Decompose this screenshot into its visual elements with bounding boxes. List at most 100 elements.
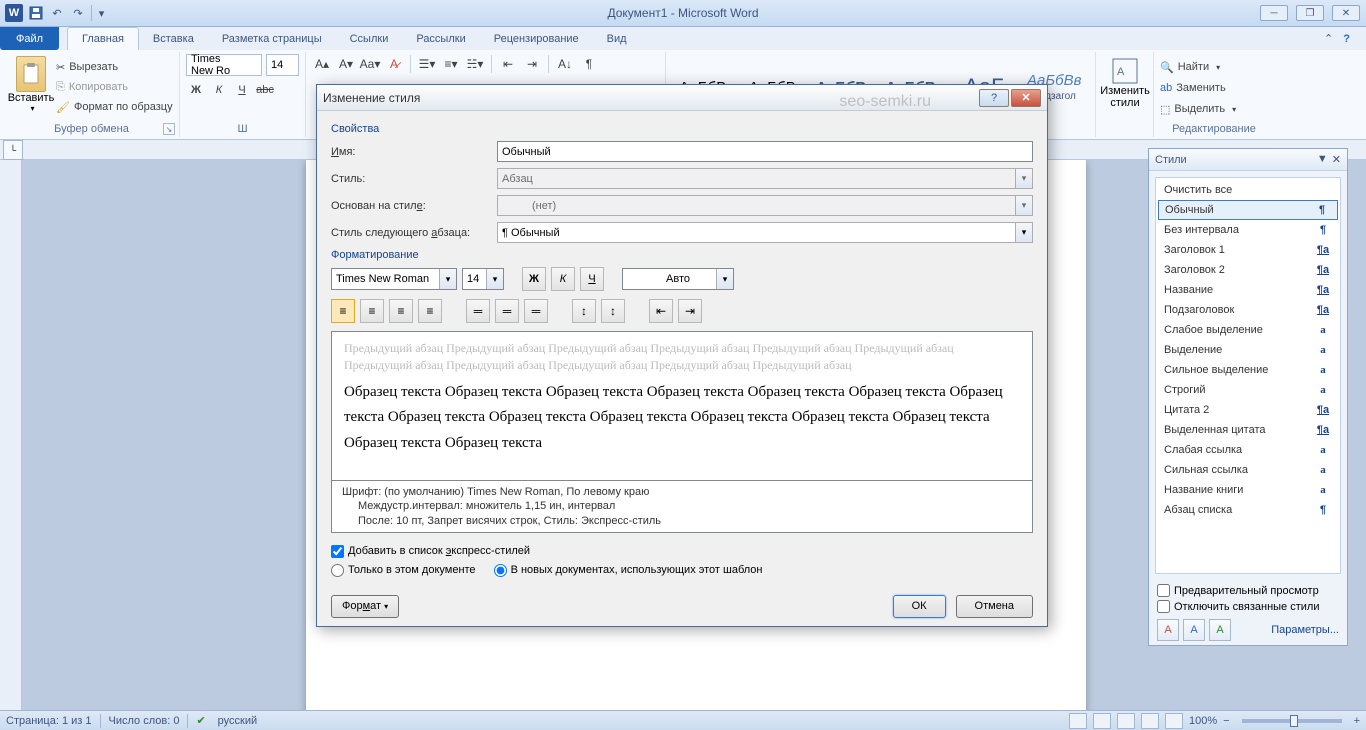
chevron-down-icon[interactable]: ▼ <box>1317 153 1328 166</box>
style-list-item[interactable]: Абзац списка¶ <box>1158 500 1338 520</box>
chevron-down-icon[interactable]: ▾ <box>439 269 456 289</box>
align-justify-button[interactable]: ≡ <box>418 299 442 323</box>
align-left-button[interactable]: ≡ <box>331 299 355 323</box>
style-list-item[interactable]: Строгийa <box>1158 380 1338 400</box>
zoom-out-button[interactable]: − <box>1223 715 1229 727</box>
format-dropdown-button[interactable]: Формат▾ <box>331 595 399 618</box>
new-style-button[interactable]: A <box>1157 619 1179 641</box>
align-center-button[interactable]: ≡ <box>360 299 384 323</box>
disable-linked-checkbox[interactable] <box>1157 600 1170 613</box>
styles-list[interactable]: Очистить все Обычный¶Без интервала¶Загол… <box>1155 177 1341 574</box>
italic-button[interactable]: К <box>209 80 229 100</box>
style-list-item[interactable]: Слабое выделениеa <box>1158 320 1338 340</box>
next-style-combo[interactable]: ¶ Обычный▾ <box>497 222 1033 243</box>
web-layout-view[interactable] <box>1117 713 1135 729</box>
style-list-item[interactable]: Без интервала¶ <box>1158 220 1338 240</box>
chevron-down-icon[interactable]: ▾ <box>1015 223 1032 242</box>
print-layout-view[interactable] <box>1069 713 1087 729</box>
single-spacing-button[interactable]: ═ <box>466 299 490 323</box>
style-list-item[interactable]: Сильная ссылкаa <box>1158 460 1338 480</box>
zoom-in-button[interactable]: + <box>1354 715 1360 727</box>
tab-mailings[interactable]: Рассылки <box>402 27 479 50</box>
page-status[interactable]: Страница: 1 из 1 <box>6 715 92 727</box>
tab-file[interactable]: Файл <box>0 27 59 50</box>
style-list-item[interactable]: Заголовок 2¶a <box>1158 260 1338 280</box>
dlg-underline-button[interactable]: Ч <box>580 267 604 291</box>
sort-button[interactable]: A↓ <box>555 54 575 74</box>
cut-button[interactable]: ✂Вырезать <box>56 58 173 76</box>
draft-view[interactable] <box>1165 713 1183 729</box>
ok-button[interactable]: ОК <box>893 595 946 618</box>
help-icon[interactable]: ? <box>1343 33 1350 45</box>
show-preview-checkbox[interactable] <box>1157 584 1170 597</box>
bold-button[interactable]: Ж <box>186 80 206 100</box>
tab-review[interactable]: Рецензирование <box>480 27 593 50</box>
double-spacing-button[interactable]: ═ <box>524 299 548 323</box>
tab-view[interactable]: Вид <box>593 27 641 50</box>
decrease-para-space-button[interactable]: ↕ <box>601 299 625 323</box>
style-name-input[interactable] <box>497 141 1033 162</box>
dlg-font-name-combo[interactable]: Times New Roman▾ <box>331 268 457 290</box>
tab-insert[interactable]: Вставка <box>139 27 208 50</box>
dlg-italic-button[interactable]: К <box>551 267 575 291</box>
qat-undo[interactable]: ↶ <box>49 5 65 21</box>
only-this-doc-radio[interactable] <box>331 564 344 577</box>
cancel-button[interactable]: Отмена <box>956 595 1033 618</box>
spell-check-icon[interactable]: ✔ <box>196 714 205 727</box>
word-count[interactable]: Число слов: 0 <box>109 715 180 727</box>
outline-view[interactable] <box>1141 713 1159 729</box>
paste-button[interactable]: Вставить ▾ <box>10 54 52 120</box>
tab-home[interactable]: Главная <box>67 27 139 50</box>
multilevel-button[interactable]: ☵▾ <box>465 54 485 74</box>
qat-redo[interactable]: ↷ <box>70 5 86 21</box>
font-size-combo[interactable]: 14 <box>266 54 299 76</box>
dialog-help-button[interactable]: ? <box>979 89 1009 107</box>
qat-customize[interactable]: ▾ <box>91 5 107 21</box>
increase-para-space-button[interactable]: ↕ <box>572 299 596 323</box>
new-docs-radio[interactable] <box>494 564 507 577</box>
style-list-item[interactable]: Название книгиa <box>1158 480 1338 500</box>
style-list-item[interactable]: Выделениеa <box>1158 340 1338 360</box>
dlg-font-size-combo[interactable]: 14▾ <box>462 268 504 290</box>
styles-options-link[interactable]: Параметры... <box>1271 624 1339 636</box>
language-status[interactable]: русский <box>218 715 257 727</box>
shrink-font-button[interactable]: A▾ <box>336 54 356 74</box>
increase-indent-button[interactable]: ⇥ <box>678 299 702 323</box>
clear-all-item[interactable]: Очистить все <box>1158 180 1338 200</box>
styles-pane-title[interactable]: Стили ▼✕ <box>1149 149 1347 171</box>
restore-button[interactable]: ❐ <box>1296 5 1324 21</box>
replace-button[interactable]: abЗаменить <box>1160 79 1268 97</box>
format-painter-button[interactable]: 🖌Формат по образцу <box>56 98 173 116</box>
find-button[interactable]: 🔍Найти▾ <box>1160 58 1268 76</box>
bullets-button[interactable]: ☰▾ <box>417 54 437 74</box>
add-to-quick-styles-checkbox[interactable] <box>331 545 344 558</box>
strikethrough-button[interactable]: abc <box>255 80 275 100</box>
fullscreen-reading-view[interactable] <box>1093 713 1111 729</box>
change-styles-button[interactable]: A Изменить стили <box>1102 54 1148 109</box>
increase-indent-button[interactable]: ⇥ <box>522 54 542 74</box>
numbering-button[interactable]: ≡▾ <box>441 54 461 74</box>
style-list-item[interactable]: Название¶a <box>1158 280 1338 300</box>
tab-references[interactable]: Ссылки <box>336 27 403 50</box>
dialog-close-button[interactable]: ✕ <box>1011 89 1041 107</box>
tab-layout[interactable]: Разметка страницы <box>208 27 336 50</box>
change-case-button[interactable]: Aa▾ <box>360 54 380 74</box>
style-list-item[interactable]: Выделенная цитата¶a <box>1158 420 1338 440</box>
zoom-slider[interactable] <box>1242 719 1342 723</box>
clipboard-launcher[interactable]: ↘ <box>163 123 175 135</box>
decrease-indent-button[interactable]: ⇤ <box>498 54 518 74</box>
style-list-item[interactable]: Слабая ссылкаa <box>1158 440 1338 460</box>
chevron-down-icon[interactable]: ▾ <box>716 269 733 289</box>
style-list-item[interactable]: Заголовок 1¶a <box>1158 240 1338 260</box>
font-name-combo[interactable]: Times New Ro <box>186 54 262 76</box>
dlg-bold-button[interactable]: Ж <box>522 267 546 291</box>
minimize-button[interactable]: ─ <box>1260 5 1288 21</box>
copy-button[interactable]: ⎘Копировать <box>56 78 173 96</box>
onehalf-spacing-button[interactable]: ═ <box>495 299 519 323</box>
chevron-down-icon[interactable]: ▾ <box>486 269 503 289</box>
tab-selector[interactable]: └ <box>3 140 23 160</box>
pane-close-icon[interactable]: ✕ <box>1332 153 1341 166</box>
grow-font-button[interactable]: A▴ <box>312 54 332 74</box>
show-marks-button[interactable]: ¶ <box>579 54 599 74</box>
style-list-item[interactable]: Подзаголовок¶a <box>1158 300 1338 320</box>
